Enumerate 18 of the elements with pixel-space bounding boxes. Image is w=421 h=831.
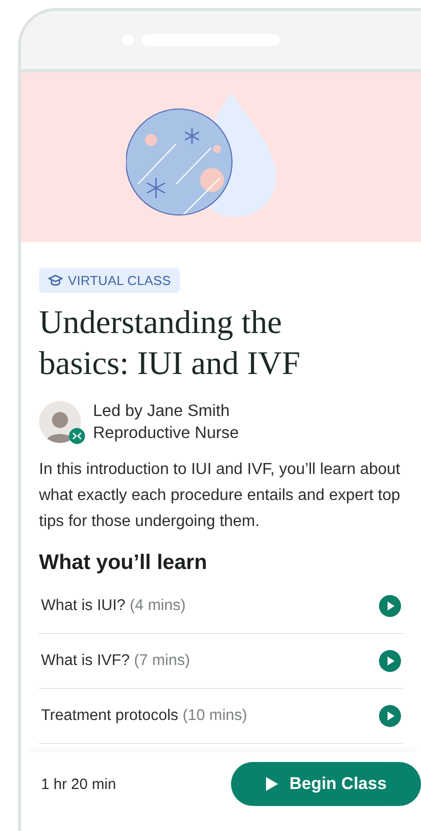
badge-label: VIRTUAL CLASS <box>68 273 172 288</box>
class-description: In this introduction to IUI and IVF, you’ll learn about what exactly each procedure entails and expert top tips for those undergoing them. <box>39 460 402 532</box>
graduation-cap-icon <box>48 274 63 287</box>
total-time: 1 hr 20 min <box>41 776 116 792</box>
play-icon <box>379 650 401 672</box>
play-icon <box>379 595 401 617</box>
lesson-item[interactable]: Treatment protocols (10 mins) <box>39 689 403 744</box>
instructor-name: Led by Jane Smith <box>93 402 231 420</box>
lesson-item[interactable]: What is IVF? (7 mins) <box>39 634 403 689</box>
play-icon <box>265 776 280 792</box>
begin-class-button[interactable]: Begin Class <box>231 762 421 806</box>
section-heading: What you’ll learn <box>39 551 208 575</box>
play-icon <box>379 705 401 727</box>
instructor-role: Reproductive Nurse <box>93 424 239 442</box>
class-title: Understanding the basics: IUI and IVF <box>39 304 302 384</box>
avatar <box>39 401 81 443</box>
lesson-item[interactable]: What is IUI? (4 mins) <box>39 579 403 634</box>
verified-badge-icon <box>69 428 85 444</box>
